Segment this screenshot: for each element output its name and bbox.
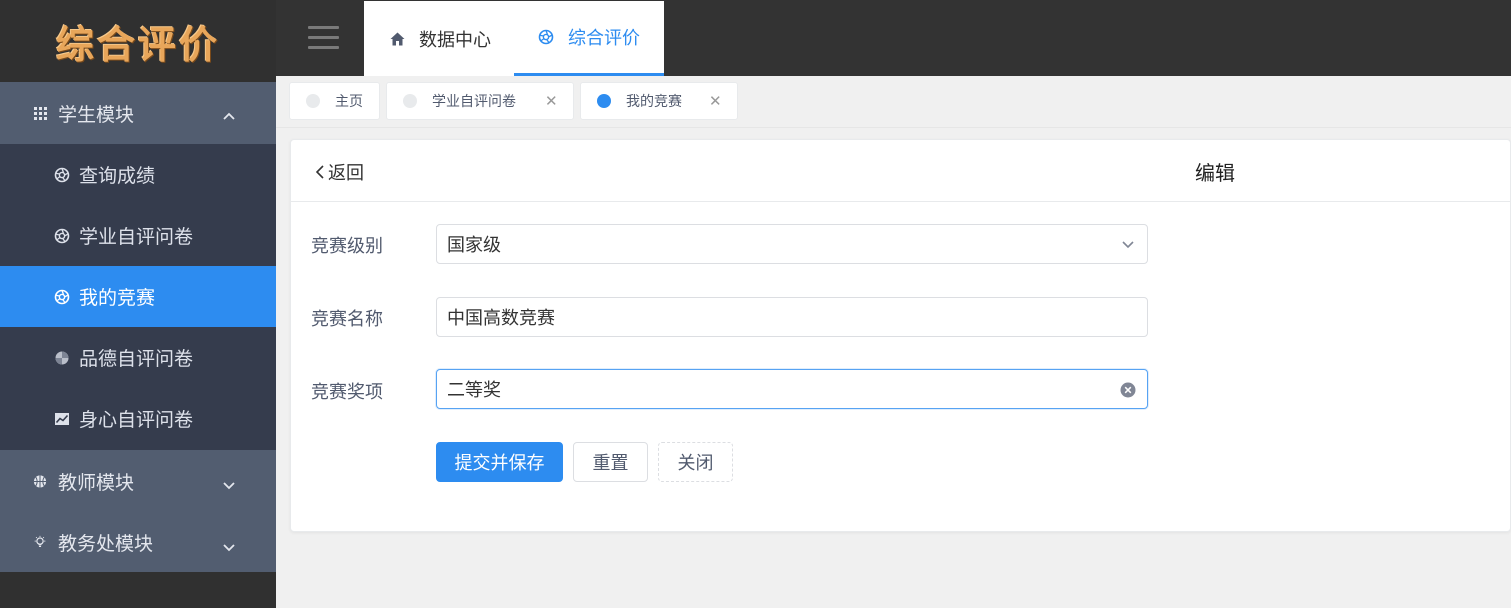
sidebar-item-my-competition[interactable]: 我的竞赛: [0, 266, 276, 327]
input-value: 中国高数竞赛: [447, 308, 555, 329]
back-button[interactable]: 返回: [316, 159, 364, 185]
aperture-icon: [54, 289, 70, 305]
tag-status-dot: [403, 94, 417, 108]
aperture-icon: [538, 29, 554, 45]
menu-toggle-icon[interactable]: [308, 26, 339, 50]
tab-data-center[interactable]: 数据中心: [364, 1, 514, 76]
field-label: 竞赛级别: [311, 236, 383, 257]
back-label: 返回: [328, 163, 364, 184]
grid-icon: [33, 106, 47, 120]
sidebar-item-health-survey[interactable]: 身心自评问卷: [0, 388, 276, 449]
sidebar-item-academic-survey[interactable]: 学业自评问卷: [0, 205, 276, 266]
tag-label: 学业自评问卷: [432, 94, 516, 110]
field-label: 竞赛名称: [311, 309, 383, 330]
select-value: 国家级: [447, 235, 501, 256]
tab-label: 数据中心: [419, 29, 491, 51]
submit-save-button[interactable]: 提交并保存: [436, 442, 563, 482]
top-header: 数据中心 综合评价: [276, 0, 1511, 76]
tag-status-dot: [597, 94, 611, 108]
menu-group-label: 教师模块: [58, 471, 135, 494]
clear-icon[interactable]: [1120, 382, 1136, 398]
chevron-down-icon: [1120, 237, 1136, 253]
tab-label: 综合评价: [568, 28, 640, 49]
card-header: 返回 编辑: [291, 140, 1510, 202]
aperture-icon: [54, 228, 70, 244]
sidebar-item-label: 学业自评问卷: [79, 226, 194, 248]
home-icon: [389, 31, 405, 47]
pinwheel-icon: [54, 350, 70, 366]
tag-label: 我的竞赛: [626, 94, 682, 110]
tab-comprehensive-evaluation[interactable]: 综合评价: [514, 1, 664, 76]
student-submenu: 查询成绩 学业自评问卷 我的竞赛 品德自评问卷 身心自评问卷: [0, 144, 276, 450]
app-logo: 综合评价: [55, 22, 220, 67]
sidebar-item-label: 查询成绩: [79, 165, 156, 187]
reset-button[interactable]: 重置: [573, 442, 648, 482]
close-icon[interactable]: ✕: [709, 93, 722, 109]
sidebar-item-label: 身心自评问卷: [79, 409, 194, 431]
close-icon[interactable]: ✕: [545, 93, 558, 109]
close-button[interactable]: 关闭: [658, 442, 733, 482]
top-nav-tabs: 数据中心 综合评价: [364, 1, 664, 76]
chevron-left-icon: [316, 165, 324, 179]
input-value: 二等奖: [447, 380, 501, 401]
competition-level-select[interactable]: 国家级: [436, 224, 1148, 264]
card-title: 编辑: [1195, 161, 1235, 185]
menu-group-teacher[interactable]: 教师模块: [0, 450, 276, 512]
menu-group-label: 学生模块: [58, 103, 135, 126]
tag-label: 主页: [335, 94, 363, 110]
menu-group-student[interactable]: 学生模块: [0, 82, 276, 144]
sidebar-item-label: 我的竞赛: [79, 287, 156, 309]
tags-bar: 主页 学业自评问卷 ✕ 我的竞赛 ✕: [276, 76, 1511, 128]
tag-academic-survey[interactable]: 学业自评问卷 ✕: [386, 82, 574, 120]
edit-card: 返回 编辑 竞赛级别 国家级 竞赛名称 中国高数竞赛 竞赛奖项 二等奖 提交并保…: [290, 139, 1511, 532]
field-label: 竞赛奖项: [311, 382, 383, 403]
chevron-down-icon: [223, 536, 235, 552]
aperture-icon: [54, 167, 70, 183]
competition-name-input[interactable]: 中国高数竞赛: [436, 297, 1148, 337]
sidebar-item-query-grades[interactable]: 查询成绩: [0, 144, 276, 205]
sidebar-item-label: 品德自评问卷: [79, 348, 194, 370]
chevron-down-icon: [223, 474, 235, 490]
chevron-up-icon: [223, 106, 235, 120]
basketball-icon: [33, 474, 47, 488]
menu-group-label: 教务处模块: [58, 532, 154, 555]
chart-icon: [54, 411, 70, 427]
sidebar: 综合评价 学生模块 查询成绩 学业自评问卷 我的竞赛 品德自评问卷 身心自评问卷…: [0, 0, 276, 608]
bulb-icon: [33, 535, 47, 549]
sidebar-item-moral-survey[interactable]: 品德自评问卷: [0, 327, 276, 388]
menu-group-academic-affairs[interactable]: 教务处模块: [0, 512, 276, 572]
tag-status-dot: [306, 94, 320, 108]
competition-award-input[interactable]: 二等奖: [436, 369, 1148, 409]
tag-my-competition[interactable]: 我的竞赛 ✕: [580, 82, 738, 120]
tag-home[interactable]: 主页: [289, 82, 380, 120]
